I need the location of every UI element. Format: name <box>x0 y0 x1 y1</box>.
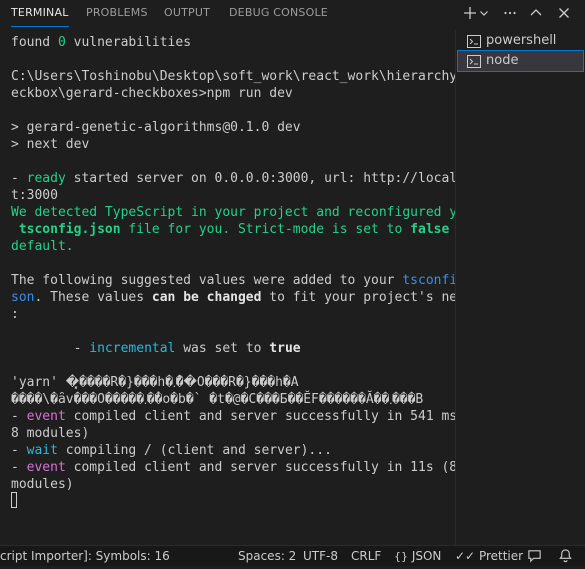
terminal-line: found 0 vulnerabilities <box>11 35 192 50</box>
terminal-line: default. <box>11 239 74 254</box>
terminal-tab-label: powershell <box>486 33 557 48</box>
terminal-line: We detected TypeScript in your project a… <box>11 205 455 220</box>
terminal-line: - event compiled client and server succe… <box>11 409 455 424</box>
close-icon[interactable] <box>554 3 574 23</box>
terminal-line: - ready started server on 0.0.0.0:3000, … <box>11 171 455 186</box>
terminal-tab-label: node <box>486 53 519 68</box>
terminal-icon <box>467 34 481 48</box>
terminal-line: t:3000 <box>11 188 58 203</box>
terminal-output[interactable]: found 0 vulnerabilities C:\Users\Toshino… <box>0 30 455 545</box>
terminal-line: ����\�ȃv���O�����܂��̓o�b�` �t�@�C���Ƃ��Ĕ… <box>11 392 424 407</box>
status-eol[interactable]: CRLF <box>351 546 381 566</box>
tab-debug-console[interactable]: DEBUG CONSOLE <box>229 0 328 26</box>
terminal-line: - wait compiling / (client and server)..… <box>11 443 332 458</box>
terminal-line: C:\Users\Toshinobu\Desktop\soft_work\rea… <box>11 69 455 84</box>
chevron-down-icon[interactable] <box>477 3 491 23</box>
terminal-line: 'yarn' �͓����R�}���h�܂��͊O���R�}���h�A <box>11 375 299 390</box>
terminal-line: - incremental was set to true <box>11 341 301 356</box>
terminal-line: > gerard-genetic-algorithms@0.1.0 dev <box>11 120 301 135</box>
tab-terminal[interactable]: TERMINAL <box>11 0 69 27</box>
terminal-tab-powershell[interactable]: powershell <box>457 30 584 52</box>
check-all-icon: ✓✓ <box>455 549 476 563</box>
terminal-tabs-list: powershell node <box>456 30 585 545</box>
terminal-line: - event compiled client and server succe… <box>11 460 455 475</box>
terminal-line: modules) <box>11 477 74 492</box>
status-encoding[interactable]: UTF-8 <box>303 546 338 566</box>
terminal-line: > next dev <box>11 137 90 152</box>
terminal-tab-node[interactable]: node <box>457 50 584 72</box>
tab-problems[interactable]: PROBLEMS <box>86 0 148 26</box>
terminal-line: tsconfig.json file for you. Strict-mode … <box>11 222 450 237</box>
panel-header: TERMINAL PROBLEMS OUTPUT DEBUG CONSOLE <box>0 0 585 30</box>
terminal-cursor <box>11 492 17 508</box>
chevron-up-icon[interactable] <box>526 3 546 23</box>
terminal-line: eckbox\gerard-checkboxes>npm run dev <box>11 86 293 101</box>
terminal-icon <box>467 54 481 68</box>
terminal-line: : <box>11 307 19 322</box>
status-language[interactable]: {} JSON <box>394 546 441 567</box>
terminal-line: The following suggested values were adde… <box>11 273 455 288</box>
status-bar: cript Importer]: Symbols: 16 Spaces: 2 U… <box>0 545 585 566</box>
status-prettier[interactable]: ✓✓ Prettier <box>455 546 523 566</box>
json-braces-icon: {} <box>394 550 408 563</box>
ellipsis-icon[interactable] <box>500 3 520 23</box>
terminal-line: son. These values can be changed to fit … <box>11 290 455 305</box>
tab-output[interactable]: OUTPUT <box>164 0 210 26</box>
status-symbols[interactable]: cript Importer]: Symbols: 16 <box>0 546 170 566</box>
status-indentation[interactable]: Spaces: 2 <box>238 546 296 566</box>
terminal-line: 8 modules) <box>11 426 90 441</box>
